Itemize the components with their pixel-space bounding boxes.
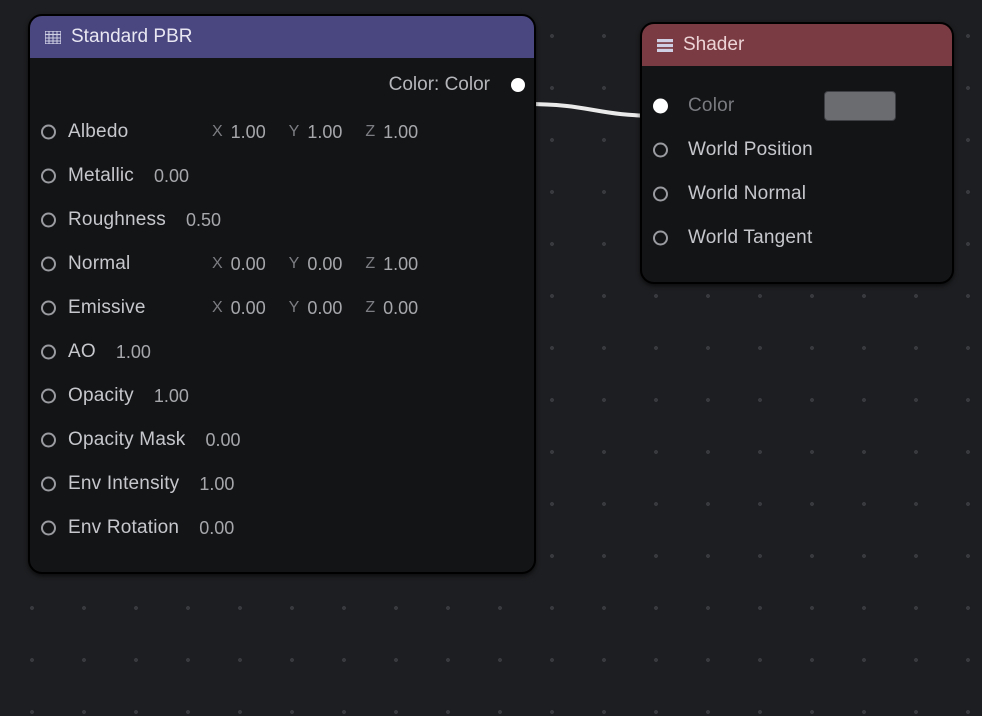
input-socket[interactable] <box>41 477 56 492</box>
input-socket[interactable] <box>653 187 668 202</box>
input-row: Opacity 1.00 <box>48 374 516 418</box>
color-swatch[interactable] <box>824 91 896 121</box>
input-row: World Tangent <box>660 216 934 260</box>
value-field[interactable]: 1.00 <box>116 342 160 363</box>
value-field[interactable]: 0.00 <box>231 298 275 319</box>
axis-label: Y <box>289 123 300 141</box>
node-title: Standard PBR <box>71 26 192 48</box>
input-socket[interactable] <box>41 345 56 360</box>
axis-label: Z <box>365 123 375 141</box>
input-row: Emissive X 0.00 Y 0.00 Z 0.00 <box>48 286 516 330</box>
axis-label: X <box>212 299 223 317</box>
input-socket[interactable] <box>41 125 56 140</box>
axis-label: Z <box>365 255 375 273</box>
input-label: Albedo <box>48 121 198 143</box>
input-label: World Position <box>660 139 813 161</box>
input-label: Roughness <box>48 209 166 231</box>
node-standard-pbr[interactable]: Standard PBR Color: Color Albedo X 1.00 Y 1.… <box>28 14 536 574</box>
input-row: Env Rotation 0.00 <box>48 506 516 550</box>
output-socket[interactable] <box>511 78 525 92</box>
input-row: World Position <box>660 128 934 172</box>
value-field[interactable]: 0.00 <box>231 254 275 275</box>
value-field[interactable]: 0.00 <box>307 298 351 319</box>
input-row: Roughness 0.50 <box>48 198 516 242</box>
node-header[interactable]: Standard PBR <box>30 16 534 58</box>
input-label: World Tangent <box>660 227 812 249</box>
grid-icon <box>44 30 61 44</box>
node-body: Color: Color Albedo X 1.00 Y 1.00 Z 1.00 Metall… <box>30 58 534 572</box>
node-header[interactable]: Shader <box>642 24 952 66</box>
input-socket[interactable] <box>41 301 56 316</box>
input-label: Metallic <box>48 165 134 187</box>
value-field[interactable]: 1.00 <box>231 122 275 143</box>
input-label: Opacity Mask <box>48 429 186 451</box>
input-socket[interactable] <box>41 257 56 272</box>
value-field[interactable]: 0.50 <box>186 210 230 231</box>
node-shader[interactable]: Shader Color World Position World Normal Wo… <box>640 22 954 284</box>
input-row: World Normal <box>660 172 934 216</box>
value-field[interactable]: 1.00 <box>199 474 243 495</box>
value-field[interactable]: 1.00 <box>307 122 351 143</box>
value-field[interactable]: 0.00 <box>307 254 351 275</box>
axis-label: X <box>212 123 223 141</box>
input-row: Opacity Mask 0.00 <box>48 418 516 462</box>
value-field[interactable]: 0.00 <box>154 166 198 187</box>
value-field[interactable]: 1.00 <box>383 254 427 275</box>
value-field[interactable]: 0.00 <box>199 518 243 539</box>
output-color: Color: Color <box>48 74 516 96</box>
axis-label: Z <box>365 299 375 317</box>
axis-label: Y <box>289 255 300 273</box>
value-field[interactable]: 1.00 <box>154 386 198 407</box>
input-row: Albedo X 1.00 Y 1.00 Z 1.00 <box>48 110 516 154</box>
input-socket[interactable] <box>41 169 56 184</box>
input-label: Color <box>660 95 810 117</box>
input-socket[interactable] <box>41 521 56 536</box>
input-label: Opacity <box>48 385 134 407</box>
input-row: Metallic 0.00 <box>48 154 516 198</box>
input-label: World Normal <box>660 183 810 205</box>
input-socket[interactable] <box>41 433 56 448</box>
value-field[interactable]: 0.00 <box>206 430 250 451</box>
node-title: Shader <box>683 34 744 56</box>
input-label: Normal <box>48 253 198 275</box>
layers-icon <box>656 38 673 52</box>
input-label: Emissive <box>48 297 198 319</box>
input-socket[interactable] <box>41 389 56 404</box>
output-label: Color: Color <box>389 74 490 95</box>
axis-label: X <box>212 255 223 273</box>
input-row: AO1.00 <box>48 330 516 374</box>
input-label: Env Intensity <box>48 473 179 495</box>
node-body: Color World Position World Normal World Tan… <box>642 66 952 282</box>
axis-label: Y <box>289 299 300 317</box>
input-label: Env Rotation <box>48 517 179 539</box>
input-socket[interactable] <box>653 99 668 114</box>
input-row: Normal X 0.00 Y 0.00 Z 1.00 <box>48 242 516 286</box>
value-field[interactable]: 1.00 <box>383 122 427 143</box>
input-row: Env Intensity 1.00 <box>48 462 516 506</box>
input-row: Color <box>660 84 934 128</box>
input-socket[interactable] <box>653 231 668 246</box>
value-field[interactable]: 0.00 <box>383 298 427 319</box>
input-socket[interactable] <box>41 213 56 228</box>
input-socket[interactable] <box>653 143 668 158</box>
